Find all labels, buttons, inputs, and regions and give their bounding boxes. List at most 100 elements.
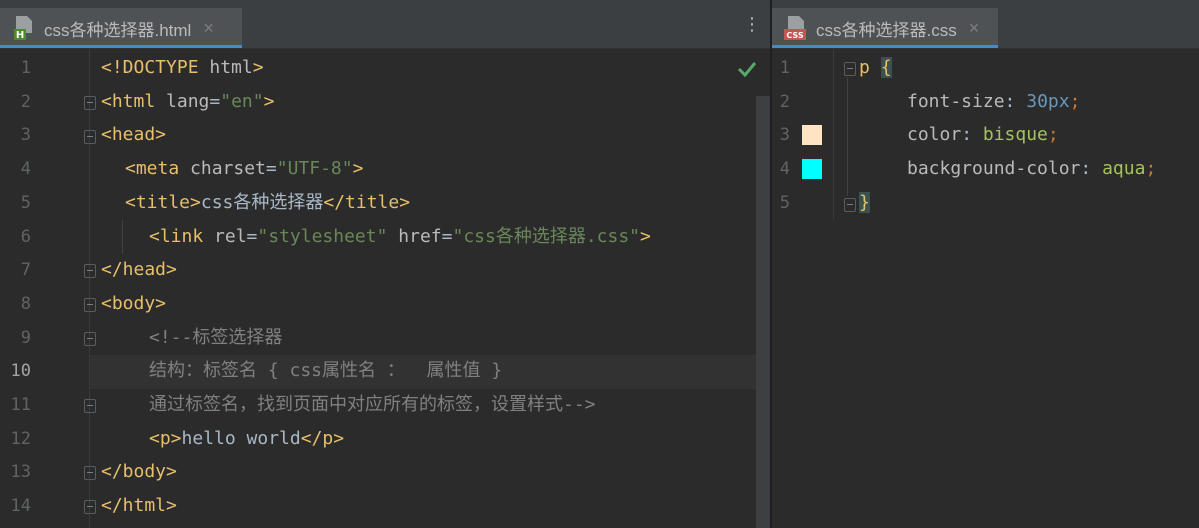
color-swatch-icon[interactable] bbox=[802, 125, 822, 146]
line-number: 7 bbox=[20, 260, 31, 281]
code-token: > bbox=[263, 90, 275, 112]
code-token: </html> bbox=[101, 495, 177, 517]
code-token: <p> bbox=[149, 427, 182, 449]
code-token: > bbox=[352, 158, 364, 180]
tab-html-file[interactable]: H css各种选择器.html × bbox=[0, 8, 242, 48]
code-line[interactable]: 4 background-color: aqua; bbox=[772, 152, 1199, 186]
code-line[interactable]: 8 <body> bbox=[0, 287, 770, 321]
tab-css-file[interactable]: CSS css各种选择器.css × bbox=[772, 8, 998, 48]
html-editor-pane: H css各种选择器.html × ⋮ 1 <!DOCTYPE html> 2 <ht… bbox=[0, 0, 770, 528]
svg-text:H: H bbox=[16, 30, 24, 41]
line-number: 13 bbox=[10, 462, 31, 483]
code-token: <head> bbox=[101, 124, 167, 146]
code-line[interactable]: 12 <p>hello world</p> bbox=[0, 422, 770, 456]
code-token: ; bbox=[1069, 90, 1081, 112]
code-line[interactable]: 3 <head> bbox=[0, 118, 770, 152]
code-line[interactable]: 5} bbox=[772, 186, 1199, 220]
code-line[interactable]: 2 <html lang="en"> bbox=[0, 85, 770, 119]
code-line[interactable]: 2 font-size: 30px; bbox=[772, 85, 1199, 119]
code-line[interactable]: 14 </html> bbox=[0, 489, 770, 523]
code-token: = bbox=[441, 225, 453, 247]
code-token: 通过标签名，找到页面中对应所有的标签，设置样式--> bbox=[149, 394, 596, 415]
code-text: font-size: 30px; bbox=[907, 85, 1080, 119]
code-token: 结构：标签名 { css属性名 ： 属性值 } bbox=[149, 360, 503, 382]
code-token: : bbox=[1080, 158, 1103, 180]
line-number: 1 bbox=[779, 58, 790, 78]
code-token: "en" bbox=[220, 90, 264, 112]
line-number: 5 bbox=[20, 192, 31, 213]
code-token: > bbox=[640, 225, 651, 247]
code-line[interactable]: 5 <title>css各种选择器</title> bbox=[0, 186, 770, 220]
code-token: background-color bbox=[907, 158, 1081, 180]
code-text: <!DOCTYPE html> bbox=[101, 51, 264, 85]
code-token: <!DOCTYPE bbox=[101, 57, 210, 78]
code-token: 30px bbox=[1026, 90, 1070, 112]
code-token: html bbox=[209, 57, 253, 78]
more-options-icon[interactable]: ⋮ bbox=[742, 14, 762, 36]
code-token: <title> bbox=[125, 191, 201, 213]
tab-title: css各种选择器.html bbox=[44, 20, 192, 40]
code-token: font-size bbox=[907, 90, 1005, 112]
code-line[interactable]: 10 结构：标签名 { css属性名 ： 属性值 } bbox=[0, 354, 770, 388]
close-tab-icon[interactable]: × bbox=[969, 18, 980, 39]
code-line[interactable]: 9 <!--标签选择器 bbox=[0, 321, 770, 355]
line-number: 3 bbox=[779, 125, 790, 146]
tab-title: css各种选择器.css bbox=[816, 20, 957, 40]
code-text: </head> bbox=[101, 253, 177, 287]
line-number: 4 bbox=[779, 159, 790, 180]
code-token: <html bbox=[101, 90, 167, 112]
code-token: = bbox=[246, 225, 258, 247]
close-tab-icon[interactable]: × bbox=[203, 18, 214, 39]
line-number: 9 bbox=[20, 327, 31, 348]
code-token: </body> bbox=[101, 461, 177, 483]
line-number: 5 bbox=[779, 192, 790, 213]
code-line[interactable]: 7 </head> bbox=[0, 253, 770, 287]
code-token: bisque bbox=[982, 124, 1048, 146]
code-text: } bbox=[859, 186, 870, 220]
code-text: <head> bbox=[101, 118, 166, 152]
code-token: <!--标签选择器 bbox=[149, 326, 283, 348]
code-token: : bbox=[1004, 90, 1027, 112]
code-token: "stylesheet" bbox=[257, 225, 388, 247]
code-line[interactable]: 1 <!DOCTYPE html> bbox=[0, 51, 770, 85]
code-text: <body> bbox=[101, 287, 166, 321]
code-text: p { bbox=[859, 51, 892, 85]
code-token: </head> bbox=[101, 259, 177, 281]
code-line[interactable]: 13 </body> bbox=[0, 455, 770, 489]
code-text: </body> bbox=[101, 455, 177, 489]
code-text: <!--标签选择器 bbox=[149, 321, 282, 355]
code-token: <body> bbox=[101, 292, 167, 314]
code-text: 通过标签名，找到页面中对应所有的标签，设置样式--> bbox=[149, 388, 596, 422]
code-token: "css各种选择器.css" bbox=[452, 225, 641, 247]
svg-text:CSS: CSS bbox=[786, 31, 803, 40]
code-text: <link rel="stylesheet" href="css各种选择器.cs… bbox=[149, 220, 651, 254]
code-text: background-color: aqua; bbox=[907, 152, 1156, 186]
code-line[interactable]: 1 p { bbox=[772, 51, 1199, 85]
color-swatch-icon[interactable] bbox=[802, 159, 822, 180]
code-token: ; bbox=[1047, 124, 1059, 146]
code-token: </p> bbox=[300, 427, 345, 449]
line-number: 1 bbox=[20, 58, 31, 78]
line-number: 8 bbox=[20, 293, 31, 314]
code-line[interactable]: 4 <meta charset="UTF-8"> bbox=[0, 152, 770, 186]
code-token: : bbox=[961, 124, 983, 146]
scrollbar-thumb[interactable] bbox=[756, 96, 770, 528]
code-token: > bbox=[252, 57, 264, 78]
code-token: </title> bbox=[323, 191, 411, 213]
code-line[interactable]: 6 <link rel="stylesheet" href="css各种选择器.c… bbox=[0, 220, 770, 254]
code-line[interactable]: 3 color: bisque; bbox=[772, 118, 1199, 152]
code-line[interactable]: 11 通过标签名，找到页面中对应所有的标签，设置样式--> bbox=[0, 388, 770, 422]
line-number: 10 bbox=[10, 361, 31, 382]
code-token: hello world bbox=[181, 427, 301, 449]
code-token: = bbox=[209, 90, 221, 112]
code-text: color: bisque; bbox=[907, 118, 1059, 152]
line-number: 2 bbox=[20, 91, 31, 112]
check-icon[interactable] bbox=[736, 60, 758, 78]
line-number: 12 bbox=[10, 428, 31, 449]
line-number: 14 bbox=[10, 496, 31, 517]
line-number: 4 bbox=[20, 159, 31, 180]
code-token: charset bbox=[190, 158, 266, 180]
code-token: aqua bbox=[1102, 158, 1146, 180]
code-token: p bbox=[859, 57, 881, 78]
